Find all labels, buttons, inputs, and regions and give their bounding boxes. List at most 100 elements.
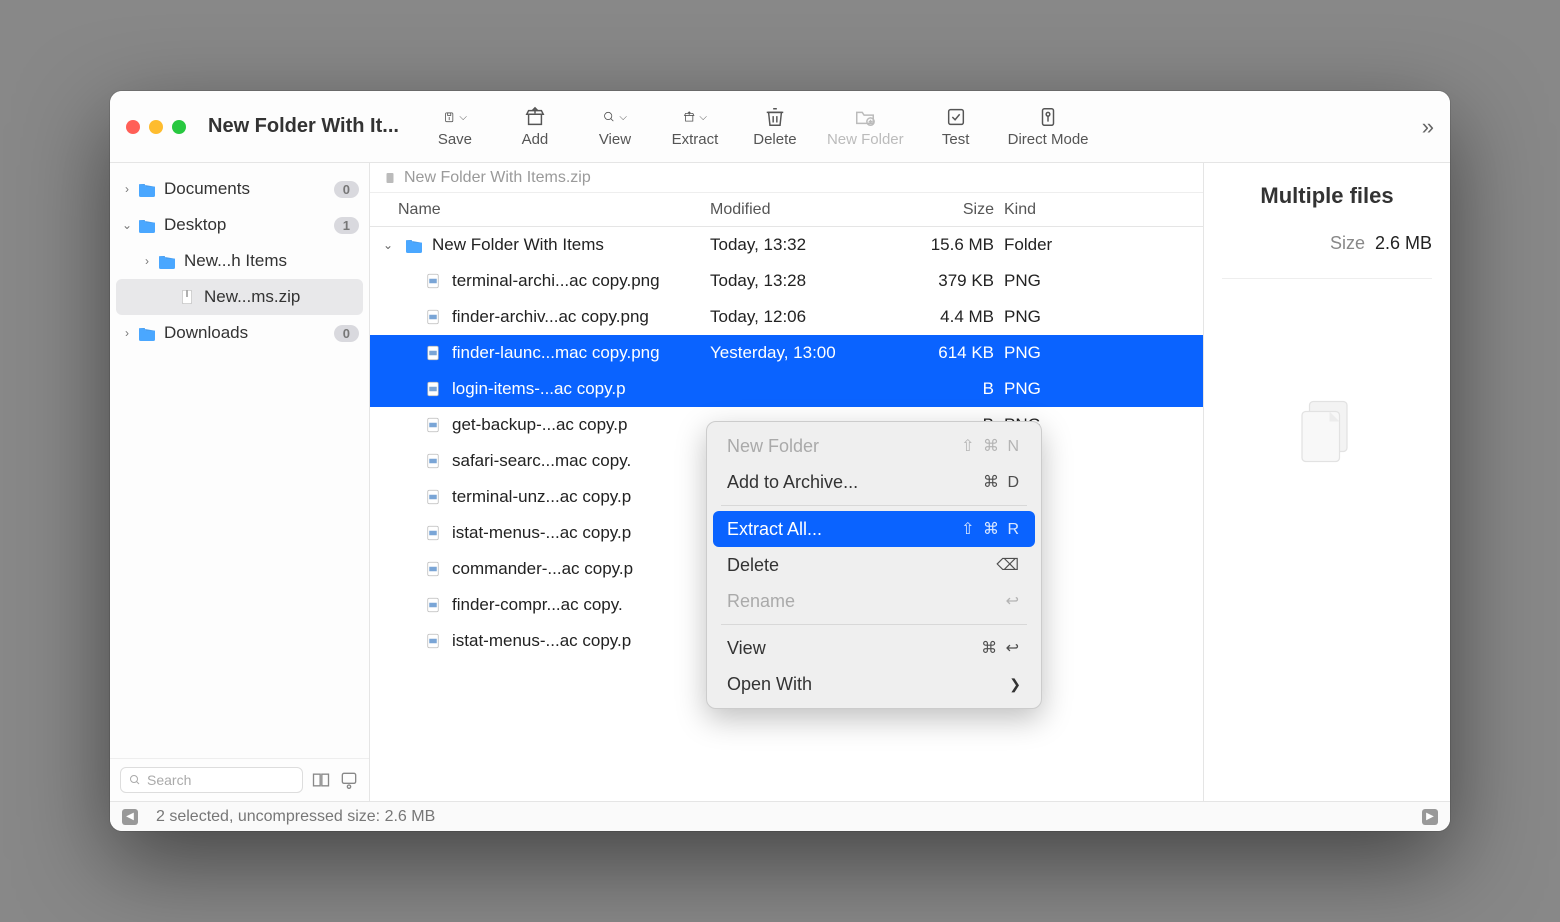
folder-icon	[136, 180, 158, 198]
folder-icon	[404, 237, 424, 253]
zoom-window-button[interactable]	[172, 120, 186, 134]
file-name: login-items-...ac copy.p	[452, 379, 626, 399]
column-header-kind[interactable]: Kind	[1004, 201, 1052, 219]
nav-forward-button[interactable]: ▶	[1422, 809, 1438, 825]
file-row[interactable]: login-items-...ac copy.pBPNG	[370, 371, 1203, 407]
file-name: istat-menus-...ac copy.p	[452, 631, 631, 651]
info-pane: Multiple files Size 2.6 MB	[1204, 163, 1450, 801]
file-kind: PNG	[1004, 343, 1052, 363]
toolbar-save-button[interactable]: ⌵Save	[427, 105, 483, 148]
shortcut-label: ⌫	[996, 555, 1021, 575]
path-bar[interactable]: New Folder With Items.zip	[370, 163, 1203, 193]
file-row[interactable]: finder-launc...mac copy.pngYesterday, 13…	[370, 335, 1203, 371]
sidebar-item-desktop[interactable]: ⌄Desktop1	[110, 207, 369, 243]
file-name: istat-menus-...ac copy.p	[452, 523, 631, 543]
view-icon: ⌵	[603, 105, 627, 129]
nav-back-button[interactable]: ◀	[122, 809, 138, 825]
toolbar-extract-button[interactable]: ⌵Extract	[667, 105, 723, 148]
menu-item-add-to-archive---[interactable]: Add to Archive...⌘ D	[713, 464, 1035, 500]
status-bar: ◀ 2 selected, uncompressed size: 2.6 MB …	[110, 801, 1450, 831]
toolbar: New Folder With It... ⌵SaveAdd⌵View⌵Extr…	[110, 91, 1450, 163]
menu-item-rename: Rename↩	[713, 583, 1035, 619]
menu-item-view[interactable]: View⌘ ↩	[713, 630, 1035, 666]
file-row[interactable]: finder-archiv...ac copy.png Today, 12:064…	[370, 299, 1203, 335]
png-icon	[424, 416, 444, 434]
toolbar-delete-button[interactable]: Delete	[747, 105, 803, 148]
file-name: safari-searc...mac copy.	[452, 451, 631, 471]
file-modified: Today, 13:28	[710, 271, 908, 291]
menu-separator	[721, 505, 1027, 506]
file-name: finder-archiv...ac copy.png	[452, 307, 649, 327]
menu-item-new-folder: New Folder⇧ ⌘ N	[713, 428, 1035, 464]
file-modified: Today, 13:32	[710, 235, 908, 255]
disclosure-icon[interactable]: ›	[140, 254, 154, 268]
context-menu: New Folder⇧ ⌘ NAdd to Archive...⌘ D Extra…	[706, 421, 1042, 709]
png-icon	[424, 560, 444, 578]
sidebar-footer: Search	[110, 758, 369, 801]
sidebar: ›Documents0⌄Desktop1›New...h ItemsNew...…	[110, 163, 370, 801]
file-kind: PNG	[1004, 271, 1052, 291]
toolbar-direct-mode-button[interactable]: Direct Mode	[1008, 105, 1089, 148]
file-row[interactable]: ⌄New Folder With ItemsToday, 13:3215.6 M…	[370, 227, 1203, 263]
overflow-chevrons-icon[interactable]: »	[1422, 114, 1434, 140]
count-badge: 0	[334, 325, 359, 342]
status-text: 2 selected, uncompressed size: 2.6 MB	[156, 808, 435, 826]
file-row[interactable]: terminal-archi...ac copy.pngToday, 13:28…	[370, 263, 1203, 299]
zip-icon	[384, 171, 396, 185]
search-icon	[129, 774, 141, 786]
file-name: commander-...ac copy.p	[452, 559, 633, 579]
columns-icon[interactable]	[311, 770, 331, 790]
png-icon	[424, 452, 444, 470]
png-icon	[424, 380, 444, 398]
column-header-row: Name Modified Size Kind	[370, 193, 1203, 227]
folder-icon	[156, 252, 178, 270]
sidebar-item-downloads[interactable]: ›Downloads0	[110, 315, 369, 351]
file-kind: PNG	[1004, 307, 1052, 327]
file-size: B	[908, 379, 1004, 399]
column-header-size[interactable]: Size	[908, 201, 1004, 219]
menu-item-delete[interactable]: Delete⌫	[713, 547, 1035, 583]
folder-icon	[136, 324, 158, 342]
file-name: New Folder With Items	[432, 235, 604, 255]
file-modified: Yesterday, 13:00	[710, 343, 908, 363]
file-name: get-backup-...ac copy.p	[452, 415, 627, 435]
toolbar-view-button[interactable]: ⌵View	[587, 105, 643, 148]
count-badge: 0	[334, 181, 359, 198]
png-icon	[424, 344, 444, 362]
app-window: New Folder With It... ⌵SaveAdd⌵View⌵Extr…	[110, 91, 1450, 831]
search-input[interactable]: Search	[120, 767, 303, 793]
file-kind: Folder	[1004, 235, 1052, 255]
column-header-name[interactable]: Name	[370, 201, 710, 219]
save-icon: ⌵	[443, 105, 467, 129]
disclosure-icon[interactable]: ›	[120, 326, 134, 340]
disclosure-icon[interactable]: ›	[120, 182, 134, 196]
png-icon	[424, 308, 444, 326]
column-header-modified[interactable]: Modified	[710, 201, 908, 219]
toolbar-add-button[interactable]: Add	[507, 105, 563, 148]
file-size: 614 KB	[908, 343, 1004, 363]
disclosure-icon[interactable]: ⌄	[380, 238, 396, 252]
toolbar-test-button[interactable]: Test	[928, 105, 984, 148]
shortcut-label: ⇧ ⌘ N	[961, 436, 1021, 456]
png-icon	[424, 596, 444, 614]
sidebar-item-documents[interactable]: ›Documents0	[110, 171, 369, 207]
shortcut-label: ↩	[1006, 591, 1021, 611]
file-size: 4.4 MB	[908, 307, 1004, 327]
file-size: 379 KB	[908, 271, 1004, 291]
direct-mode-icon	[1036, 105, 1060, 129]
folder-icon	[136, 216, 158, 234]
file-modified: Today, 12:06	[710, 307, 908, 327]
menu-item-extract-all---[interactable]: Extract All...⇧ ⌘ R	[713, 511, 1035, 547]
test-icon	[944, 105, 968, 129]
sidebar-item-new---h-items[interactable]: ›New...h Items	[110, 243, 369, 279]
sidebar-item-new---ms-zip[interactable]: New...ms.zip	[116, 279, 363, 315]
info-size-value: 2.6 MB	[1375, 233, 1432, 254]
preview-icon[interactable]	[339, 770, 359, 790]
file-name: terminal-unz...ac copy.p	[452, 487, 631, 507]
add-icon	[523, 105, 547, 129]
minimize-window-button[interactable]	[149, 120, 163, 134]
close-window-button[interactable]	[126, 120, 140, 134]
submenu-arrow-icon: ❯	[1009, 676, 1021, 693]
disclosure-icon[interactable]: ⌄	[120, 218, 134, 232]
menu-item-open-with[interactable]: Open With❯	[713, 666, 1035, 702]
